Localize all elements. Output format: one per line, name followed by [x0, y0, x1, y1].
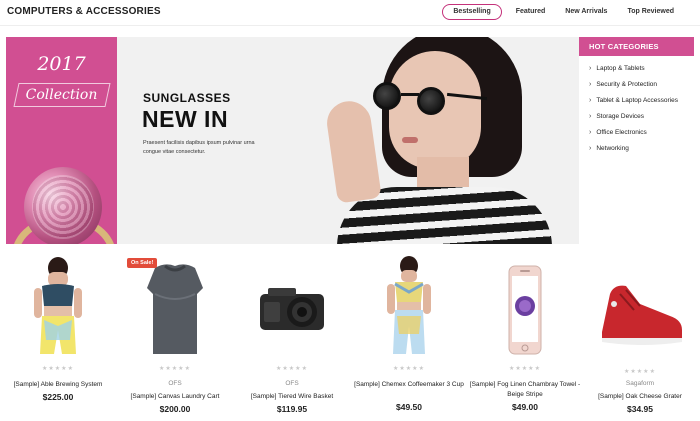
collection-promo[interactable]: 2017 Collection [6, 37, 117, 244]
on-sale-badge: On Sale! [127, 258, 158, 268]
product-name[interactable]: [Sample] Able Brewing System [0, 380, 116, 390]
promo-year: 2017 [37, 53, 86, 75]
category-storage-devices[interactable]: › Storage Devices [579, 109, 694, 125]
category-label: Networking [596, 145, 629, 152]
model-hand [324, 98, 382, 204]
tab-top-reviewed[interactable]: Top Reviewed [617, 4, 684, 20]
category-label: Office Electronics [596, 129, 647, 136]
model-lips [402, 137, 418, 143]
product-brand: OFS [285, 380, 299, 387]
header: COMPUTERS & ACCESSORIES Bestselling Feat… [0, 0, 700, 26]
hot-categories-title: HOT CATEGORIES [579, 37, 694, 56]
product-price: $34.95 [627, 404, 653, 414]
product-grid: ★★★★★ [Sample] Able Brewing System $225.… [0, 254, 700, 421]
tab-featured[interactable]: Featured [506, 4, 556, 20]
chevron-right-icon: › [589, 113, 592, 120]
category-networking[interactable]: › Networking [579, 141, 694, 157]
category-office-electronics[interactable]: › Office Electronics [579, 125, 694, 141]
category-tablet-laptop-accessories[interactable]: › Tablet & Laptop Accessories [579, 93, 694, 109]
product-card[interactable]: OFS ★★★★★ [Sample] Tiered Wire Basket $1… [234, 254, 350, 421]
product-card[interactable]: OFS ★★★★★ [Sample] Canvas Laundry Cart $… [117, 254, 233, 421]
product-image[interactable] [242, 254, 342, 359]
sunglasses-bridge [401, 93, 419, 96]
product-price: $49.50 [396, 402, 422, 412]
promo-label: Collection [25, 87, 98, 103]
product-name[interactable]: [Sample] Canvas Laundry Cart [117, 392, 233, 402]
rating-stars: ★★★★★ [624, 369, 656, 375]
product-brand: OFS [168, 380, 182, 387]
rating-stars: ★★★★★ [393, 366, 425, 372]
product-name[interactable]: [Sample] Tiered Wire Basket [234, 392, 350, 402]
product-name[interactable]: [Sample] Oak Cheese Grater [582, 392, 698, 402]
section-title: COMPUTERS & ACCESSORIES [7, 6, 161, 17]
product-price: $225.00 [42, 392, 74, 402]
product-card[interactable]: Sagaform ★★★★★ [Sample] Oak Cheese Grate… [582, 254, 698, 421]
product-image[interactable] [590, 254, 690, 359]
rating-stars: ★★★★★ [159, 366, 191, 372]
chevron-right-icon: › [589, 97, 592, 104]
banner-description: Praesent facilisis dapibus ipsum pulvina… [143, 140, 255, 155]
tab-bestselling[interactable]: Bestselling [442, 4, 502, 20]
category-label: Laptop & Tablets [596, 65, 645, 72]
product-image[interactable] [475, 254, 575, 359]
product-image[interactable] [359, 254, 459, 359]
banner-headline: NEW IN [142, 106, 229, 132]
hot-categories: HOT CATEGORIES › Laptop & Tablets › Securi… [579, 37, 694, 244]
product-name[interactable]: [Sample] Chemex Coffeemaker 3 Cup [351, 380, 467, 390]
chevron-right-icon: › [589, 65, 592, 72]
rating-stars: ★★★★★ [42, 366, 74, 372]
product-image[interactable] [125, 254, 225, 359]
product-card[interactable]: ★★★★★ [Sample] Chemex Coffeemaker 3 Cup … [351, 254, 467, 421]
chevron-right-icon: › [589, 129, 592, 136]
ring-gem-image [24, 167, 102, 244]
category-security-protection[interactable]: › Security & Protection [579, 77, 694, 93]
sunglasses-lens-right [417, 87, 445, 115]
tab-bar: Bestselling Featured New Arrivals Top Re… [442, 4, 684, 20]
category-list: › Laptop & Tablets › Security & Protection… [579, 56, 694, 157]
rating-stars: ★★★★★ [509, 366, 541, 372]
category-label: Tablet & Laptop Accessories [596, 97, 679, 104]
product-card[interactable]: ★★★★★ [Sample] Able Brewing System $225.… [0, 254, 116, 421]
product-price: $119.95 [276, 404, 308, 414]
banner-kicker: SUNGLASSES [143, 91, 231, 105]
category-label: Security & Protection [596, 81, 658, 88]
tab-new-arrivals[interactable]: New Arrivals [555, 4, 617, 20]
hero-banner[interactable]: SUNGLASSES NEW IN Praesent facilisis dap… [117, 37, 579, 244]
product-name[interactable]: [Sample] Fog Linen Chambray Towel - Beig… [467, 380, 583, 400]
category-laptop-tablets[interactable]: › Laptop & Tablets [579, 61, 694, 77]
rating-stars: ★★★★★ [276, 366, 308, 372]
chevron-right-icon: › [589, 81, 592, 88]
chevron-right-icon: › [589, 145, 592, 152]
sunglasses-lens-left [373, 82, 401, 110]
product-price: $49.00 [512, 402, 538, 412]
category-label: Storage Devices [596, 113, 645, 120]
product-card[interactable]: ★★★★★ [Sample] Fog Linen Chambray Towel … [467, 254, 583, 421]
product-brand: Sagaform [625, 380, 655, 387]
product-price: $200.00 [159, 404, 191, 414]
product-image[interactable] [8, 254, 108, 359]
